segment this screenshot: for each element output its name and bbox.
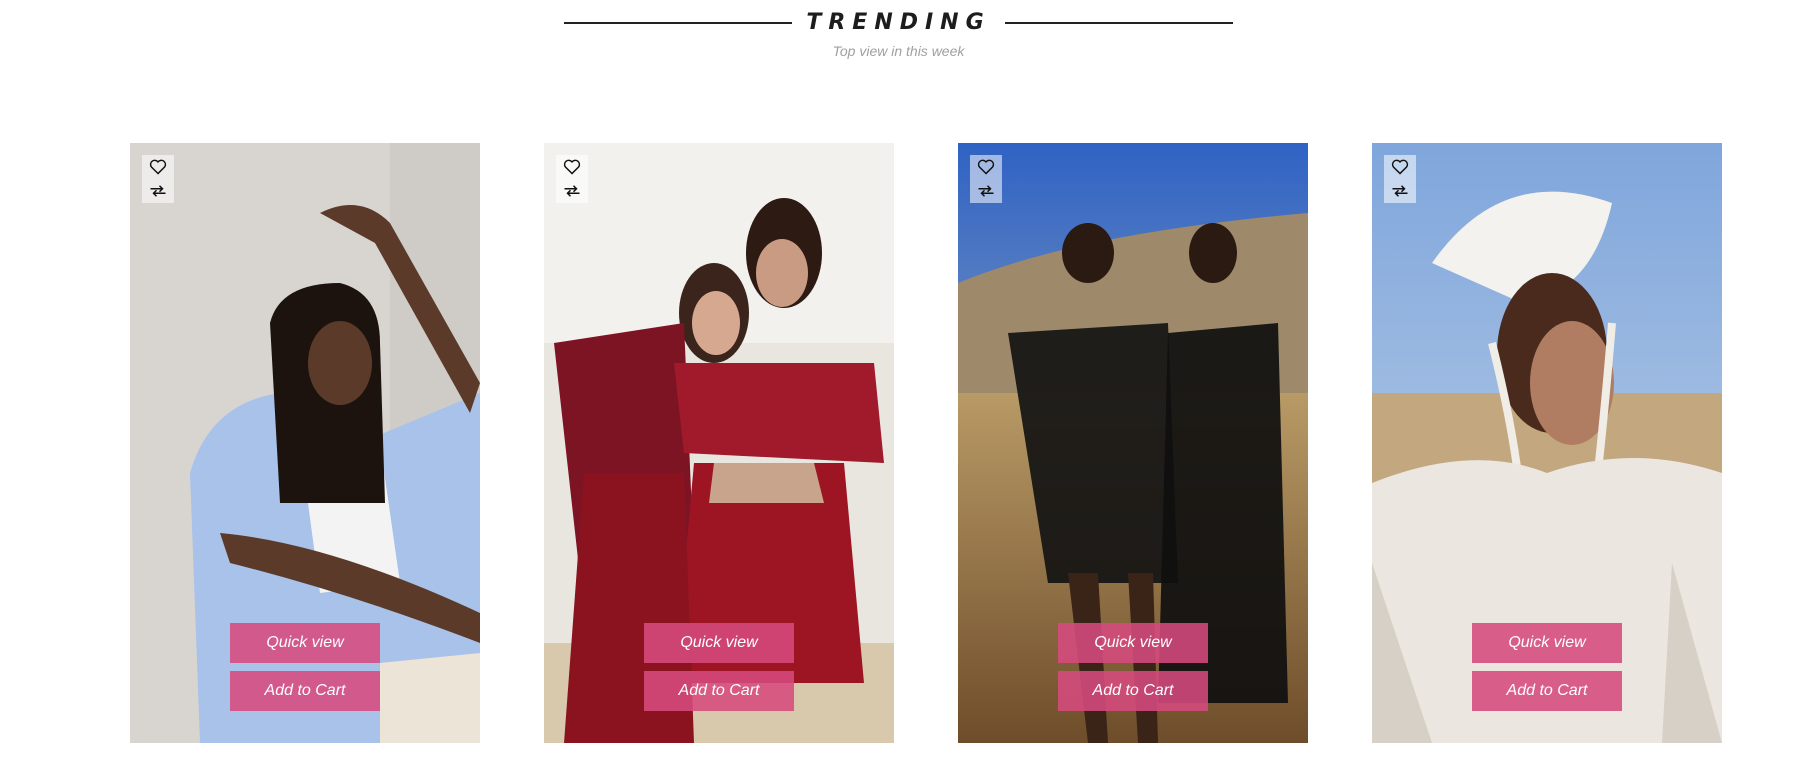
section-subtitle: Top view in this week (832, 43, 965, 59)
card-tools (556, 155, 588, 203)
product-card[interactable]: Quick view Add to Cart (544, 143, 894, 743)
heart-icon[interactable] (1390, 158, 1410, 176)
quick-view-button[interactable]: Quick view (230, 623, 380, 663)
card-actions: Quick view Add to Cart (1372, 623, 1722, 711)
heart-icon[interactable] (976, 158, 996, 176)
add-to-cart-button[interactable]: Add to Cart (1472, 671, 1622, 711)
card-tools (970, 155, 1002, 203)
heart-icon[interactable] (148, 158, 168, 176)
product-card[interactable]: Quick view Add to Cart (1372, 143, 1722, 743)
compare-arrows-icon[interactable] (562, 182, 582, 200)
section-title: TRENDING (806, 10, 991, 35)
quick-view-button[interactable]: Quick view (644, 623, 794, 663)
trending-section: TRENDING Top view in this week Quick vie… (0, 0, 1797, 777)
add-to-cart-button[interactable]: Add to Cart (1058, 671, 1208, 711)
compare-arrows-icon[interactable] (1390, 182, 1410, 200)
section-heading: TRENDING Top view in this week (0, 10, 1797, 59)
title-divider-right (1004, 21, 1233, 24)
product-grid: Quick view Add to Cart Quick view Add to… (130, 143, 1722, 743)
card-tools (142, 155, 174, 203)
quick-view-button[interactable]: Quick view (1472, 623, 1622, 663)
quick-view-button[interactable]: Quick view (1058, 623, 1208, 663)
add-to-cart-button[interactable]: Add to Cart (230, 671, 380, 711)
compare-arrows-icon[interactable] (976, 182, 996, 200)
add-to-cart-button[interactable]: Add to Cart (644, 671, 794, 711)
compare-arrows-icon[interactable] (148, 182, 168, 200)
card-actions: Quick view Add to Cart (958, 623, 1308, 711)
product-card[interactable]: Quick view Add to Cart (958, 143, 1308, 743)
card-actions: Quick view Add to Cart (544, 623, 894, 711)
product-card[interactable]: Quick view Add to Cart (130, 143, 480, 743)
title-row: TRENDING (0, 10, 1797, 35)
card-actions: Quick view Add to Cart (130, 623, 480, 711)
heart-icon[interactable] (562, 158, 582, 176)
title-divider-left (564, 21, 793, 24)
card-tools (1384, 155, 1416, 203)
